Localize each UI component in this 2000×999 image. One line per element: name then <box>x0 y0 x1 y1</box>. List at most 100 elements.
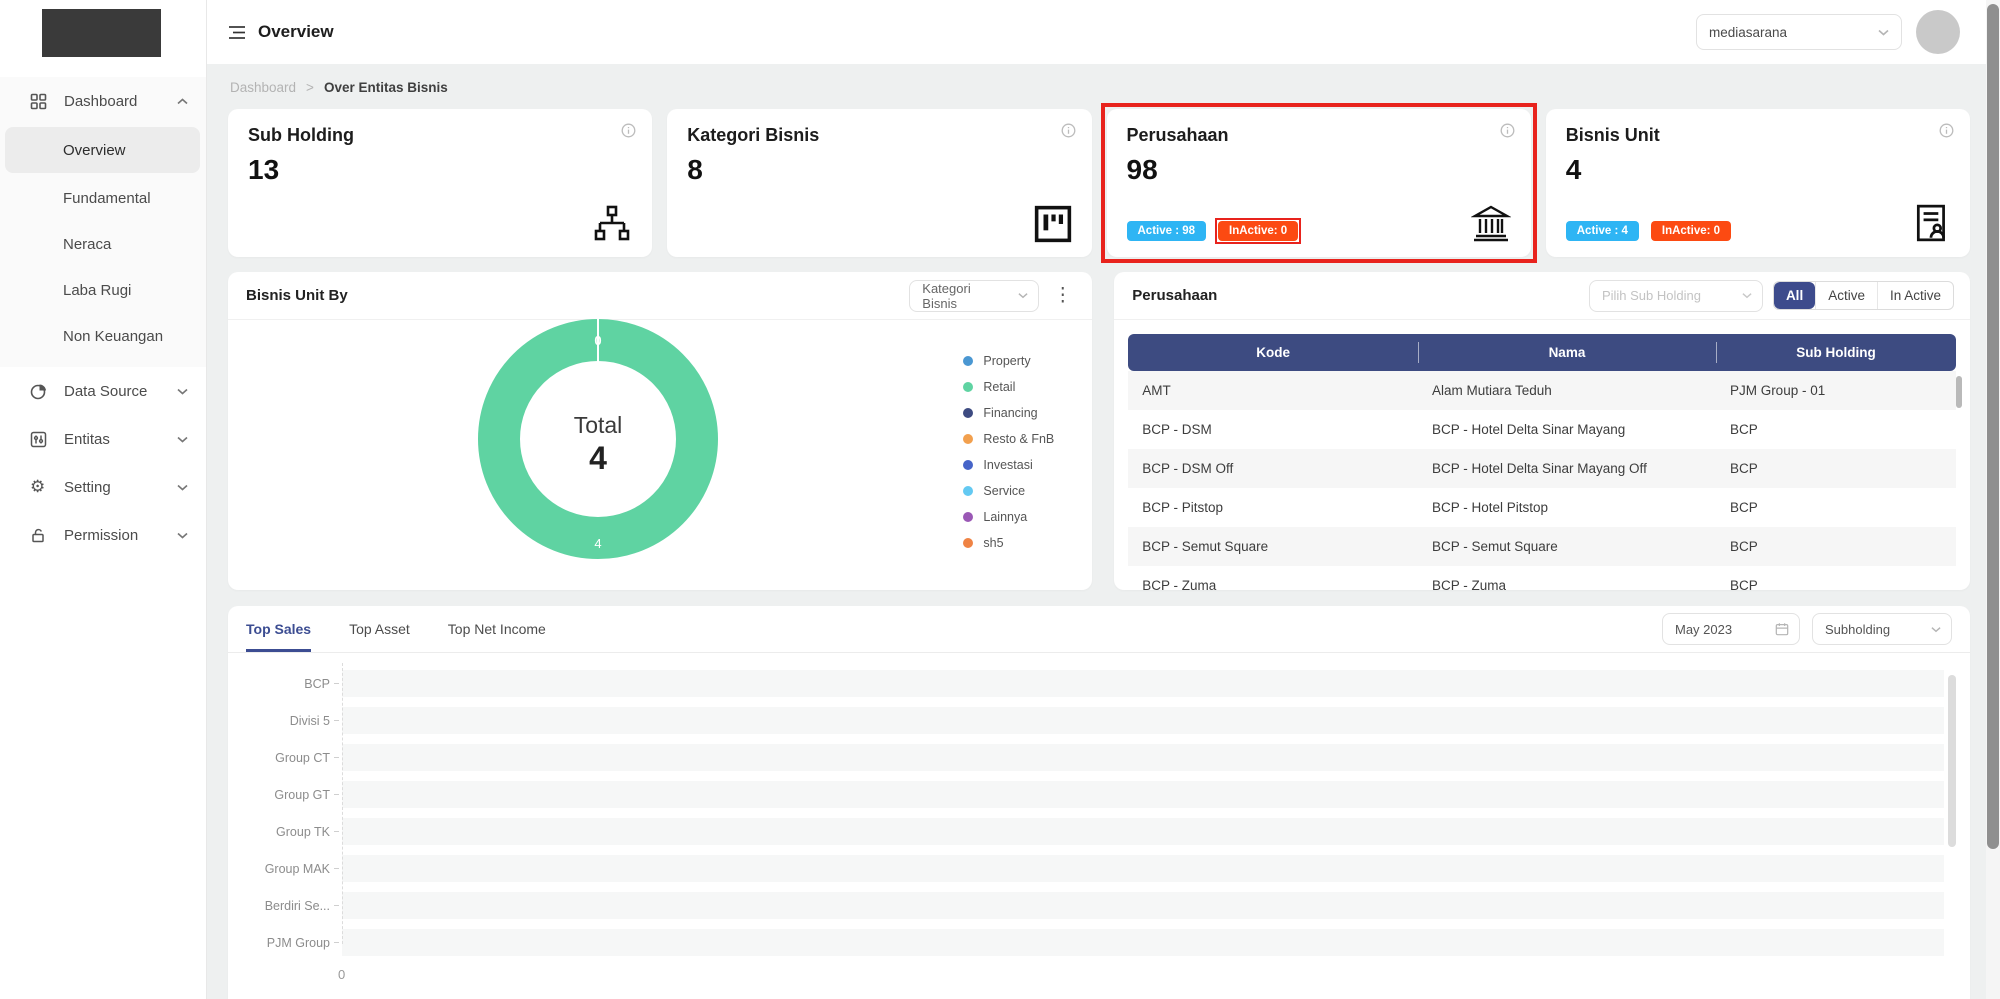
app-logo <box>42 9 161 57</box>
legend-label: Resto & FnB <box>983 432 1054 446</box>
legend-item[interactable]: Retail <box>963 380 1054 394</box>
legend-dot <box>963 460 973 470</box>
x-axis-tick-label: 0 <box>338 967 1944 982</box>
topbar: Overview mediasarana <box>207 0 2000 64</box>
stat-card-perusahaan[interactable]: Perusahaan 98 Active : 98 InActive: 0 <box>1107 109 1531 257</box>
legend-item[interactable]: sh5 <box>963 536 1054 550</box>
table-row[interactable]: BCP - DSM BCP - Hotel Delta Sinar Mayang… <box>1128 410 1956 449</box>
tabs: Top Sales Top Asset Top Net Income <box>246 606 546 652</box>
sidebar-item-entitas[interactable]: Entitas <box>0 415 206 463</box>
stat-value: 98 <box>1127 154 1511 186</box>
pilih-sub-holding-select[interactable]: Pilih Sub Holding <box>1589 280 1763 312</box>
legend-item[interactable]: Resto & FnB <box>963 432 1054 446</box>
stat-title: Sub Holding <box>248 125 632 146</box>
legend-label: Retail <box>983 380 1015 394</box>
sidebar-item-neraca[interactable]: Neraca <box>0 221 206 267</box>
stat-title: Bisnis Unit <box>1566 125 1950 146</box>
cell-nama: Alam Mutiara Teduh <box>1418 371 1716 410</box>
chevron-down-icon <box>177 388 188 395</box>
bar-track <box>342 744 1944 771</box>
cell-kode: BCP - DSM Off <box>1128 449 1418 488</box>
active-badge: Active : 98 <box>1127 221 1207 241</box>
perusahaan-card: Perusahaan Pilih Sub Holding All Active … <box>1114 272 1970 590</box>
sidebar-item-label: Overview <box>63 142 126 159</box>
table-row[interactable]: BCP - Zuma BCP - Zuma BCP <box>1128 566 1956 605</box>
sidebar-item-data-source[interactable]: Data Source <box>0 367 206 415</box>
donut-top-label: 0 <box>594 333 601 348</box>
stat-card-kategori-bisnis[interactable]: Kategori Bisnis 8 <box>667 109 1091 257</box>
axis-tick <box>334 831 339 832</box>
cell-nama: BCP - Zuma <box>1418 566 1716 605</box>
tab-top-net-income[interactable]: Top Net Income <box>448 606 546 652</box>
legend-item[interactable]: Service <box>963 484 1054 498</box>
dashboard-grid-icon <box>30 93 50 110</box>
tab-top-asset[interactable]: Top Asset <box>349 606 410 652</box>
axis-tick <box>334 868 339 869</box>
select-value: Kategori Bisnis <box>922 281 1008 311</box>
sidebar-item-laba-rugi[interactable]: Laba Rugi <box>0 267 206 313</box>
sidebar-item-non-keuangan[interactable]: Non Keuangan <box>0 313 206 359</box>
sidebar-item-label: Permission <box>64 527 177 544</box>
breadcrumb-separator: > <box>306 80 314 95</box>
axis-category-label: PJM Group <box>252 936 334 950</box>
breadcrumb-parent[interactable]: Dashboard <box>230 80 296 95</box>
bar-track <box>342 929 1944 956</box>
kategori-bisnis-select[interactable]: Kategori Bisnis <box>909 280 1039 312</box>
axis-category-label: Berdiri Se... <box>252 899 334 913</box>
pie-chart-icon <box>30 383 50 400</box>
avatar[interactable] <box>1916 10 1960 54</box>
stat-title: Perusahaan <box>1127 125 1511 146</box>
page-scrollbar-thumb[interactable] <box>1987 4 1999 849</box>
table-scrollbar[interactable] <box>1956 376 1962 408</box>
donut-chart[interactable]: 0 4 Total 4 <box>473 314 723 564</box>
axis-tick <box>334 720 339 721</box>
sidebar-item-permission[interactable]: Permission <box>0 511 206 559</box>
page-scrollbar[interactable] <box>1986 0 2000 999</box>
legend-item[interactable]: Property <box>963 354 1054 368</box>
info-icon[interactable] <box>1500 123 1515 138</box>
chart-scrollbar[interactable] <box>1948 675 1956 847</box>
table-header-row: Kode Nama Sub Holding <box>1128 334 1956 371</box>
legend-item[interactable]: Financing <box>963 406 1054 420</box>
column-header-kode[interactable]: Kode <box>1128 334 1418 371</box>
info-icon[interactable] <box>1939 123 1954 138</box>
stat-card-bisnis-unit[interactable]: Bisnis Unit 4 Active : 4 InActive: 0 <box>1546 109 1970 257</box>
sidebar-item-dashboard[interactable]: Dashboard <box>0 77 206 125</box>
info-icon[interactable] <box>1061 123 1076 138</box>
sidebar-item-fundamental[interactable]: Fundamental <box>0 175 206 221</box>
column-header-nama[interactable]: Nama <box>1418 334 1716 371</box>
filter-active-button[interactable]: Active <box>1815 282 1877 309</box>
column-header-sub-holding[interactable]: Sub Holding <box>1716 334 1956 371</box>
select-placeholder: Pilih Sub Holding <box>1602 288 1732 303</box>
kebab-menu-icon[interactable]: ⋮ <box>1049 284 1076 307</box>
legend-dot <box>963 434 973 444</box>
tab-top-sales[interactable]: Top Sales <box>246 606 311 652</box>
filter-inactive-button[interactable]: In Active <box>1877 282 1953 309</box>
axis-tick <box>334 942 339 943</box>
axis-category-label: Group CT <box>252 751 334 765</box>
legend-label: Property <box>983 354 1030 368</box>
table-row[interactable]: BCP - Semut Square BCP - Semut Square BC… <box>1128 527 1956 566</box>
axis-tick <box>334 905 339 906</box>
workspace-select[interactable]: mediasarana <box>1696 14 1902 50</box>
stat-card-sub-holding[interactable]: Sub Holding 13 <box>228 109 652 257</box>
sidebar-item-overview[interactable]: Overview <box>5 127 200 173</box>
table-row[interactable]: AMT Alam Mutiara Teduh PJM Group - 01 <box>1128 371 1956 410</box>
donut-bottom-label: 4 <box>594 536 601 551</box>
table-row[interactable]: BCP - Pitstop BCP - Hotel Pitstop BCP <box>1128 488 1956 527</box>
filter-all-button[interactable]: All <box>1774 282 1815 309</box>
info-icon[interactable] <box>621 123 636 138</box>
subholding-select[interactable]: Subholding <box>1812 613 1952 645</box>
legend-item[interactable]: Lainnya <box>963 510 1054 524</box>
menu-fold-icon[interactable] <box>229 25 246 40</box>
sidebar-group-dashboard: Dashboard Overview Fundamental Neraca La… <box>0 77 206 367</box>
legend-item[interactable]: Investasi <box>963 458 1054 472</box>
bar-track <box>342 818 1944 845</box>
top-performance-card: Top Sales Top Asset Top Net Income May 2… <box>228 606 1970 999</box>
period-date-picker[interactable]: May 2023 <box>1662 613 1800 645</box>
sidebar-item-setting[interactable]: ⚙ Setting <box>0 463 206 511</box>
top-sales-bar-chart[interactable]: BCP Divisi 5 Group CT Group GT Group TK … <box>228 653 1970 982</box>
donut-center-label: Total <box>574 412 623 438</box>
axis-tick <box>334 757 339 758</box>
table-row[interactable]: BCP - DSM Off BCP - Hotel Delta Sinar Ma… <box>1128 449 1956 488</box>
